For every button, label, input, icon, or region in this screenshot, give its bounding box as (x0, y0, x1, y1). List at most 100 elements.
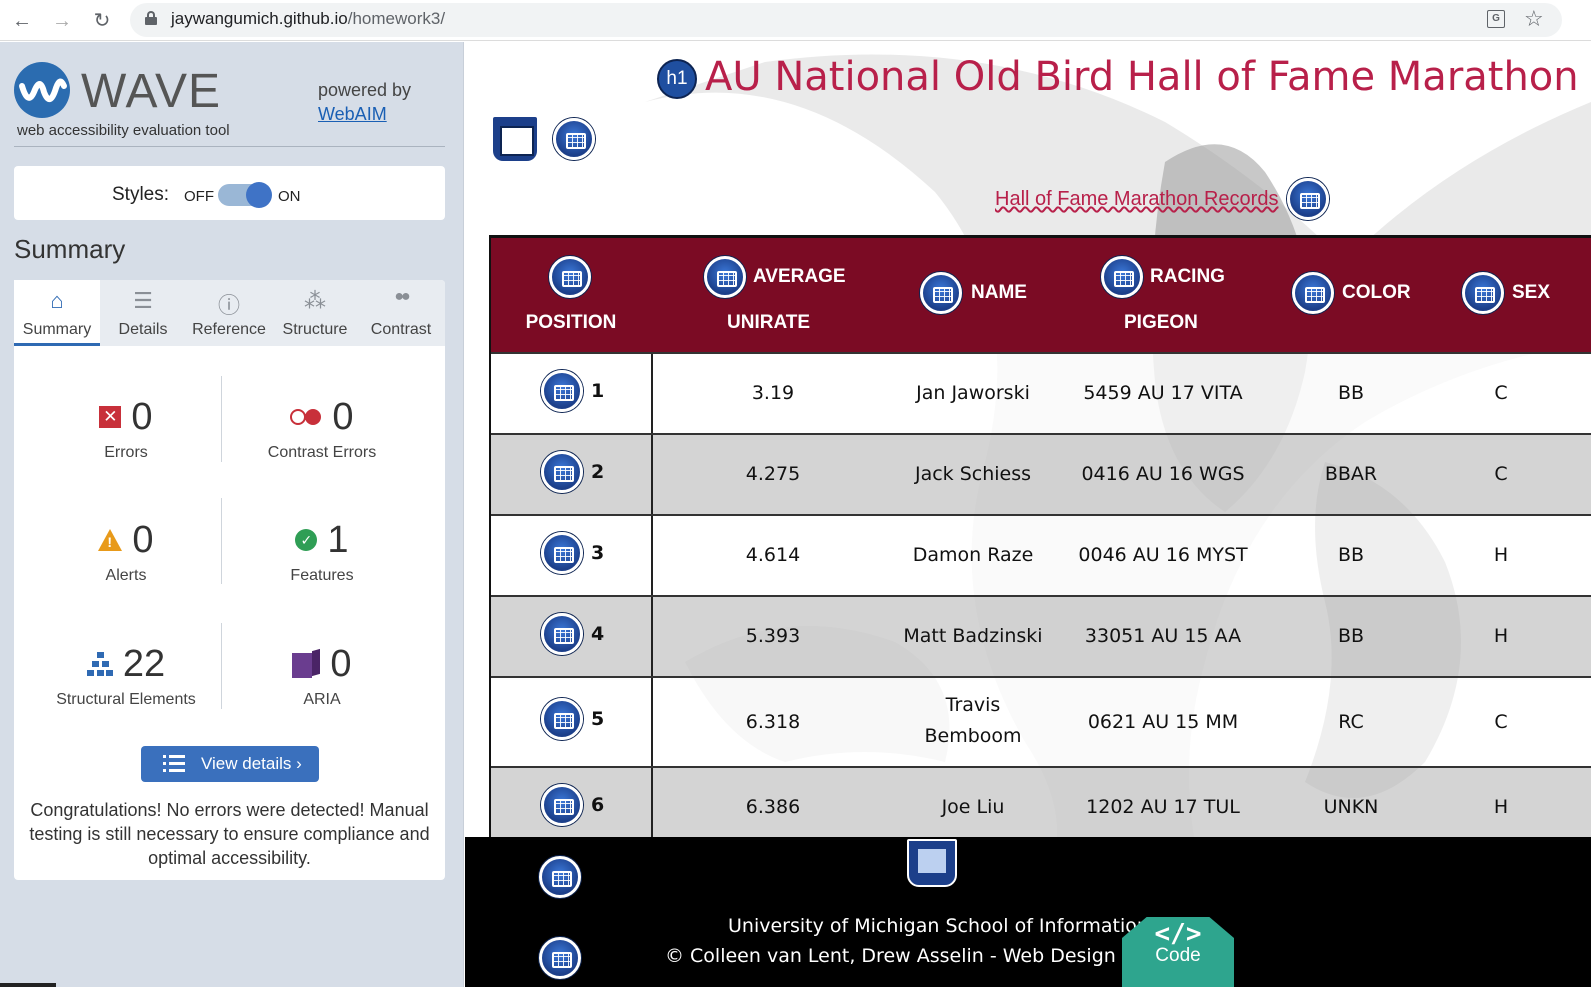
tab-label: Summary (22, 321, 92, 338)
tab-details[interactable]: ☰ Details (100, 280, 186, 346)
tab-label: Contrast (370, 321, 432, 338)
code-label: Code (1155, 945, 1201, 966)
cell-unirate: 3.19 (751, 382, 795, 404)
view-details-label: View details › (201, 754, 302, 773)
row-badge-icon (541, 451, 583, 493)
contrast-error-icon (290, 409, 322, 425)
wave-sidebar: WAVE web accessibility evaluation tool p… (0, 42, 464, 987)
table-header-icon (549, 256, 591, 298)
th-pigeon: PIGEON (1124, 312, 1198, 333)
lock-icon[interactable] (145, 11, 157, 25)
footer-badge-icon (539, 856, 581, 903)
cell-pigeon: 5459 AU 17 VITA (1083, 382, 1243, 404)
tab-label: Details (118, 321, 168, 338)
table-row: 3 4.614 Damon Raze 0046 AU 16 MYST BB H (491, 514, 1591, 597)
styles-toggle-panel: Styles: OFF ON (14, 166, 445, 220)
reload-icon[interactable]: ↻ (89, 8, 115, 34)
divider (14, 146, 445, 147)
cell-color: BB (1337, 544, 1365, 566)
page-footer: University of Michigan School of Informa… (465, 837, 1591, 987)
home-icon: ⌂ (50, 288, 64, 313)
error-icon: ✕ (99, 406, 122, 428)
cell-name: Damon Raze (912, 544, 1034, 566)
styles-toggle-switch[interactable] (218, 182, 272, 208)
cell-pigeon: 33051 AU 15 AA (1084, 625, 1242, 647)
cell-color: BBAR (1324, 463, 1378, 485)
cell-position: 4 (591, 623, 605, 645)
features-count: 1 (327, 518, 349, 561)
footer-school: University of Michigan School of Informa… (728, 915, 1149, 937)
errors-stat[interactable]: ✕ 0 Errors (26, 394, 226, 462)
cell-color: UNKN (1323, 796, 1379, 818)
browser-toolbar: ← → ↻ jaywangumich.github.io/homework3/ … (0, 0, 1591, 41)
cell-position: 1 (591, 380, 605, 402)
header-landmark-icon (493, 117, 537, 161)
table-row: 5 6.318 Travis Bemboom 0621 AU 15 MM RC … (491, 676, 1591, 768)
th-racing: RACING (1150, 266, 1225, 287)
aria-icon (292, 648, 321, 678)
features-stat[interactable]: ✓ 1 Features (222, 517, 422, 585)
cell-name-line2: Bemboom (924, 725, 1022, 747)
table-header-icon (704, 256, 746, 298)
table-header-row: POSITION AVERAGE UNIRATE NAME RACING PIG… (491, 238, 1591, 352)
cell-unirate: 4.614 (745, 544, 801, 566)
errors-label: Errors (104, 444, 148, 461)
table-row: 6 6.386 Joe Liu 1202 AU 17 TUL UNKN H (491, 766, 1591, 848)
alerts-count: 0 (132, 518, 154, 561)
aria-stat[interactable]: 0 ARIA (222, 641, 422, 709)
summary-heading: Summary (14, 234, 126, 264)
tab-label: Reference (192, 321, 266, 338)
cell-name: Matt Badzinski (903, 625, 1043, 647)
congratulations-message: Congratulations! No errors were detected… (29, 800, 430, 868)
code-button[interactable]: </> Code (1122, 917, 1234, 987)
taskbar-edge (0, 983, 56, 987)
table-caption: Hall of Fame Marathon Records (995, 188, 1279, 210)
caption-badge-icon (1287, 178, 1329, 225)
styles-on-label: ON (278, 188, 301, 205)
contrast-icon: ●● (394, 288, 410, 305)
structural-label: Structural Elements (56, 691, 196, 708)
tab-contrast[interactable]: ●● Contrast (358, 280, 444, 346)
back-icon[interactable]: ← (9, 8, 35, 34)
cell-unirate: 6.318 (745, 711, 801, 733)
row-badge-icon (541, 784, 583, 826)
footer-badge-icon (539, 937, 581, 984)
tab-label: Structure (282, 321, 348, 338)
h1-badge-icon: h1 (657, 59, 697, 99)
tab-reference[interactable]: ⓘ Reference (186, 280, 272, 346)
bookmark-star-icon[interactable]: ☆ (1524, 6, 1544, 32)
structural-elements-stat[interactable]: 22 Structural Elements (26, 641, 226, 709)
wave-title: WAVE (81, 65, 222, 118)
alert-icon: ! (98, 529, 123, 551)
alerts-stat[interactable]: ! 0 Alerts (26, 517, 226, 585)
tab-structure[interactable]: ⁂ Structure (272, 280, 358, 346)
table-body: 1 3.19 Jan Jaworski 5459 AU 17 VITA BB C… (491, 352, 1591, 848)
wave-subtitle: web accessibility evaluation tool (17, 122, 230, 139)
cell-name: Travis (945, 694, 1001, 716)
cell-sex: C (1494, 382, 1508, 404)
table-header-icon (1101, 256, 1143, 298)
features-label: Features (290, 567, 354, 584)
row-badge-icon (541, 698, 583, 740)
toggle-knob[interactable] (246, 182, 272, 208)
th-position: POSITION (525, 312, 617, 333)
view-details-button[interactable]: View details › (141, 746, 319, 782)
webaim-link[interactable]: WebAIM (318, 104, 387, 125)
cell-color: RC (1338, 711, 1364, 733)
row-badge-icon (541, 532, 583, 574)
cell-name: Jan Jaworski (916, 382, 1030, 404)
cell-sex: C (1494, 711, 1508, 733)
contrast-errors-stat[interactable]: 0 Contrast Errors (222, 394, 422, 462)
cell-color: BB (1337, 625, 1365, 647)
cell-sex: H (1493, 796, 1509, 818)
aria-count: 0 (330, 642, 352, 685)
forward-icon[interactable]: → (49, 8, 75, 34)
wave-logo-icon (14, 62, 70, 118)
url-text[interactable]: jaywangumich.github.io/homework3/ (171, 9, 445, 29)
row-badge-icon (541, 613, 583, 655)
table-row: 2 4.275 Jack Schiess 0416 AU 16 WGS BBAR… (491, 433, 1591, 516)
tab-summary[interactable]: ⌂ Summary (14, 280, 100, 346)
cell-pigeon: 0621 AU 15 MM (1087, 711, 1239, 733)
hierarchy-icon: ⁂ (304, 288, 326, 313)
translate-icon[interactable]: G (1487, 10, 1505, 28)
